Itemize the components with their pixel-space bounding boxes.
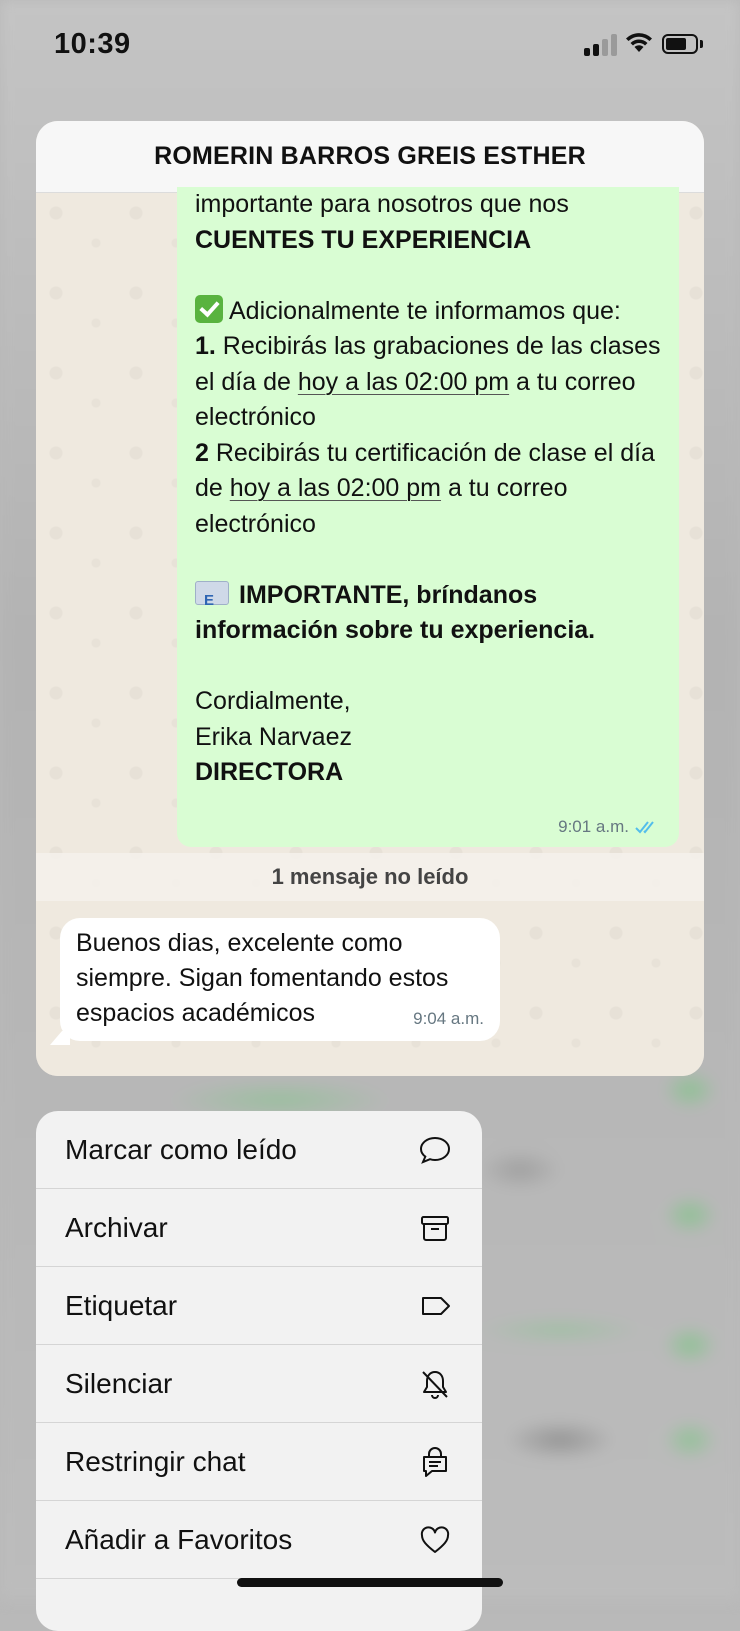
wifi-icon — [626, 33, 652, 52]
heart-icon — [418, 1523, 452, 1557]
chat-messages-area: importante para nosotros que nos CUENTES… — [36, 187, 704, 1076]
chat-bubble-icon — [418, 1133, 452, 1167]
date-link[interactable]: hoy a las 02:00 pm — [230, 474, 441, 502]
archive-icon — [418, 1211, 452, 1245]
tag-icon — [418, 1289, 452, 1323]
message-line: importante para nosotros que nos — [195, 190, 569, 218]
menu-item-mark-read[interactable]: Marcar como leído — [36, 1111, 482, 1189]
check-mark-emoji-icon — [195, 294, 223, 323]
chat-header: ROMERIN BARROS GREIS ESTHER — [36, 121, 704, 193]
incoming-message-bubble: Buenos dias, excelente como siempre. Sig… — [60, 918, 500, 1041]
battery-cap — [700, 40, 703, 48]
date-link[interactable]: hoy a las 02:00 pm — [298, 368, 509, 396]
home-indicator[interactable] — [237, 1578, 503, 1587]
menu-item-label: Restringir chat — [65, 1445, 246, 1477]
menu-item-label: Añadir a Favoritos — [65, 1523, 293, 1555]
bell-slash-icon — [418, 1367, 452, 1401]
outgoing-message-text: importante para nosotros que nos CUENTES… — [195, 187, 665, 791]
double-check-read-icon — [635, 821, 654, 834]
unread-banner-text: 1 mensaje no leído — [271, 864, 469, 889]
cellular-signal-icon — [584, 32, 620, 56]
status-bar: 10:39 — [0, 0, 740, 90]
menu-item-restrict-chat[interactable]: Restringir chat — [36, 1423, 482, 1501]
unread-messages-banner: 1 mensaje no leído — [36, 853, 704, 901]
menu-item-add-favorite[interactable]: Añadir a Favoritos — [36, 1501, 482, 1579]
menu-item-label: Archivar — [65, 1211, 168, 1243]
status-time: 10:39 — [54, 28, 131, 60]
menu-item-label: Etiquetar — [65, 1289, 178, 1321]
message-bold-line: CUENTES TU EXPERIENCIA — [195, 225, 532, 254]
important-text: IMPORTANTE, bríndanos información sobre … — [195, 580, 596, 645]
list-number-1: 1. — [195, 332, 216, 360]
outgoing-message-time: 9:01 a.m. — [558, 817, 629, 836]
menu-item-label: Marcar como leído — [65, 1133, 297, 1165]
envelope-emoji-icon — [195, 580, 229, 618]
list-number-2: 2 — [195, 438, 209, 467]
signer-role: DIRECTORA — [195, 758, 344, 786]
menu-item-label-tag[interactable]: Etiquetar — [36, 1267, 482, 1345]
chat-title: ROMERIN BARROS GREIS ESTHER — [154, 142, 586, 170]
context-menu: Marcar como leído Archivar Etiquetar Sil… — [36, 1111, 482, 1631]
outgoing-message-bubble: importante para nosotros que nos CUENTES… — [177, 187, 679, 847]
chat-preview-card[interactable]: ROMERIN BARROS GREIS ESTHER importante p… — [36, 121, 704, 1076]
battery-icon — [662, 34, 698, 54]
menu-item-mute[interactable]: Silenciar — [36, 1345, 482, 1423]
outgoing-message-meta: 9:01 a.m. — [558, 817, 661, 837]
message-info-intro: Adicionalmente te informamos que: — [229, 296, 621, 325]
closing-text: Cordialmente, — [195, 687, 351, 715]
lock-chat-icon — [418, 1445, 452, 1479]
menu-item-label: Silenciar — [65, 1367, 173, 1399]
incoming-message-time: 9:04 a.m. — [413, 1009, 484, 1028]
menu-item-archive[interactable]: Archivar — [36, 1189, 482, 1267]
signer-name: Erika Narvaez — [195, 722, 352, 751]
